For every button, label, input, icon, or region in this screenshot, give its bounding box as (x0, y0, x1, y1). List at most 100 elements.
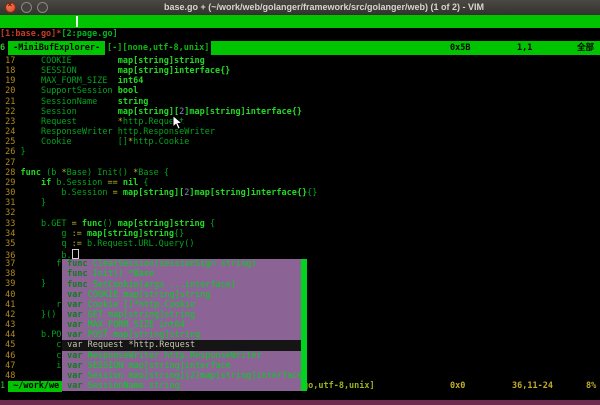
buffer-tab[interactable]: [2:page.go] (61, 29, 117, 39)
code-segment: r (20, 300, 61, 310)
statusline-hex-value: 0x0 (450, 381, 465, 392)
close-window-icon[interactable] (5, 2, 16, 13)
completion-item[interactable]: func Init() *Base (62, 269, 301, 279)
completion-item[interactable]: var MAX_FORM_SIZE int64 (62, 320, 301, 330)
code-segment: SessionName (20, 97, 117, 107)
line-number: 19 (0, 76, 20, 86)
code-segment: g (20, 229, 71, 239)
code-segment: {} (307, 188, 317, 198)
window-titlebar: base.go + (~/work/web/golanger/framework… (0, 0, 600, 16)
completion-item-kind: var (62, 381, 82, 391)
vim-tabline[interactable]: 2+ base.go (0, 15, 600, 28)
completion-item[interactable]: var Session map[string][2]map[string]int… (62, 371, 301, 381)
code-line: 18 SESSION map[string]interface{} (0, 66, 600, 76)
code-segment: b.POS (20, 330, 66, 340)
line-number: 45 (0, 340, 20, 350)
completion-item[interactable]: var COOKIE map[string]string (62, 290, 301, 300)
line-number: 24 (0, 127, 20, 137)
completion-item[interactable]: var ResponseWriter http.ResponseWriter (62, 351, 301, 361)
bottom-edge-bar (0, 400, 600, 405)
completion-item-kind: var (62, 310, 82, 320)
line-number: 22 (0, 107, 20, 117)
line-number: 39 (0, 279, 20, 289)
code-segment: (b (41, 168, 61, 178)
line-number: 25 (0, 137, 20, 147)
line-number: 47 (0, 361, 20, 371)
code-segment: b.Session (51, 178, 107, 188)
window-title: base.go + (~/work/web/golanger/framework… (48, 2, 600, 12)
code-line: 36 b. (0, 249, 600, 259)
code-line: 33 b.GET = func() map[string]string { (0, 219, 600, 229)
buffer-tab[interactable]: [1:base.go]* (0, 29, 61, 39)
text-cursor (72, 249, 79, 259)
code-segment: int64 (118, 76, 144, 86)
code-line: 35 q := b.Request.URL.Query() (0, 239, 600, 249)
code-segment: c (20, 340, 61, 350)
code-segment: string (118, 97, 149, 107)
code-line: 29 if b.Session == nil { (0, 178, 600, 188)
code-segment: b.Session (20, 188, 112, 198)
completion-item-kind: var (62, 320, 82, 330)
code-segment: b.Request.URL.Query() (82, 239, 195, 249)
completion-item-label: SESSION map[string]interface (82, 361, 230, 371)
completion-item-label: POST map[string]string (82, 330, 200, 340)
code-line: 19 MAX_FORM_SIZE int64 (0, 76, 600, 86)
code-segment: {} (174, 229, 184, 239)
completion-item[interactable]: var SessionName string (62, 381, 301, 391)
maximize-window-icon[interactable] (37, 2, 48, 13)
minimize-window-icon[interactable] (21, 2, 32, 13)
code-segment: b.GET (20, 219, 71, 229)
code-line: 24 ResponseWriter http.ResponseWriter (0, 127, 600, 137)
code-segment: bool (118, 86, 138, 96)
statusline-file-path: ~/work/we (8, 381, 62, 392)
code-segment: () (102, 219, 117, 229)
line-number: 29 (0, 178, 20, 188)
line-number: 18 (0, 66, 20, 76)
code-segment: map[string]string (118, 219, 205, 229)
code-line: 21 SessionName string (0, 97, 600, 107)
code-segment: map[string]interface{} (118, 66, 231, 76)
completion-popup: func ClearSession(sessionSign string) fu… (62, 259, 307, 391)
code-segment: } (20, 147, 25, 157)
completion-item[interactable]: var POST map[string]string (62, 330, 301, 340)
code-segment: } (20, 279, 46, 289)
completion-item[interactable]: var Cookie []*http.Cookie (62, 300, 301, 310)
code-segment: SESSION (20, 66, 117, 76)
mbe-cursor-position: 1,1 (517, 41, 532, 55)
completion-item[interactable]: func ClearSession(sessionSign string) (62, 259, 301, 269)
line-number: 33 (0, 219, 20, 229)
line-number: 30 (0, 188, 20, 198)
completion-item-label: ResponseWriter http.ResponseWriter (82, 351, 261, 361)
code-segment: i (20, 361, 61, 371)
code-segment: q (20, 239, 71, 249)
code-segment: Cookie [] (20, 137, 127, 147)
completion-item[interactable]: func SetCookie(args ...interface) (62, 280, 301, 290)
minibufexplorer-buffer-list: [1:base.go]*[2:page.go] (0, 28, 600, 41)
statusline-fileformat: go,utf-8,unix] (303, 381, 375, 392)
code-segment: COOKIE (20, 56, 117, 66)
code-segment: { (205, 219, 215, 229)
completion-item[interactable]: var SESSION map[string]interface (62, 361, 301, 371)
completion-item-label: SessionName string (82, 381, 179, 391)
code-segment: Base { (138, 168, 169, 178)
code-segment: Request (20, 117, 117, 127)
mbe-title: -MiniBufExplorer- (8, 41, 105, 55)
code-segment: := (72, 239, 82, 249)
line-number: 37 (0, 259, 20, 269)
line-number: 17 (0, 56, 20, 66)
line-number: 26 (0, 147, 20, 157)
code-segment: }() (20, 310, 56, 320)
mbe-window-number: 6 (0, 41, 8, 55)
completion-item[interactable]: var GET map[string]string (62, 310, 301, 320)
completion-item[interactable]: var Request *http.Request (62, 340, 301, 350)
minibufexplorer-statusline: 6 -MiniBufExplorer- [-][none,utf-8,unix]… (0, 41, 600, 55)
code-segment: MAX_FORM_SIZE (20, 76, 117, 86)
code-line: 25 Cookie []*http.Cookie (0, 137, 600, 147)
popup-scrollbar[interactable] (301, 259, 307, 391)
code-segment: func (20, 168, 40, 178)
code-line: 26 } (0, 147, 600, 157)
completion-item-label: Request *http.Request (82, 340, 195, 350)
code-line: 32 (0, 208, 600, 218)
completion-item-kind: var (62, 351, 82, 361)
mbe-scroll-position: 全部 (577, 41, 594, 55)
